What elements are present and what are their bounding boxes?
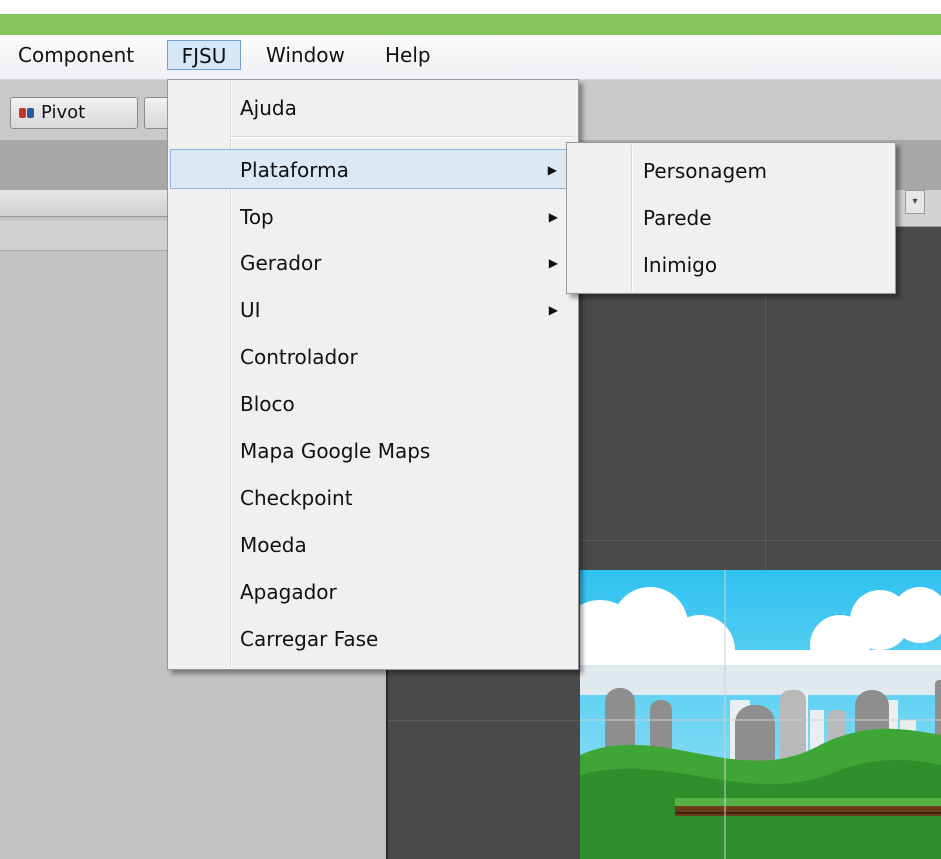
menu-bar: Component FJSU Window Help bbox=[0, 35, 941, 80]
pivot-icon bbox=[19, 106, 35, 120]
menu-item-controlador[interactable]: Controlador bbox=[170, 337, 576, 377]
menu-item-label: Ajuda bbox=[240, 96, 297, 120]
menu-item-label: Inimigo bbox=[643, 253, 718, 277]
scene-dropdown[interactable]: ▾ bbox=[905, 190, 925, 214]
menu-item-label: Mapa Google Maps bbox=[240, 439, 431, 463]
menu-separator bbox=[230, 136, 574, 138]
menu-help[interactable]: Help bbox=[381, 40, 435, 70]
menu-item-label: Plataforma bbox=[240, 158, 349, 182]
menu-item-moeda[interactable]: Moeda bbox=[170, 525, 576, 565]
menu-item-ui[interactable]: UI ▶ bbox=[170, 290, 576, 330]
submenu-item-inimigo[interactable]: Inimigo bbox=[569, 245, 893, 285]
game-preview-image bbox=[580, 570, 941, 859]
menu-item-label: Gerador bbox=[240, 251, 322, 275]
menu-item-label: Moeda bbox=[240, 533, 307, 557]
triangle-right-icon: ▶ bbox=[548, 256, 558, 270]
pivot-button[interactable]: Pivot bbox=[10, 97, 138, 129]
menu-item-bloco[interactable]: Bloco bbox=[170, 384, 576, 424]
menu-item-checkpoint[interactable]: Checkpoint bbox=[170, 478, 576, 518]
menu-item-label: Carregar Fase bbox=[240, 627, 379, 651]
menu-item-label: Apagador bbox=[240, 580, 337, 604]
triangle-right-icon: ▶ bbox=[548, 303, 558, 317]
menu-item-label: Controlador bbox=[240, 345, 358, 369]
menu-item-label: UI bbox=[240, 298, 261, 322]
menu-item-label: Personagem bbox=[643, 159, 767, 183]
window-titlebar bbox=[0, 0, 941, 14]
menu-item-carregar-fase[interactable]: Carregar Fase bbox=[170, 619, 576, 659]
menu-item-label: Top bbox=[240, 205, 274, 229]
submenu-item-parede[interactable]: Parede bbox=[569, 198, 893, 238]
menu-item-label: Bloco bbox=[240, 392, 295, 416]
menu-item-label: Checkpoint bbox=[240, 486, 353, 510]
menu-item-ajuda[interactable]: Ajuda bbox=[170, 88, 576, 128]
menu-item-mapa-google-maps[interactable]: Mapa Google Maps bbox=[170, 431, 576, 471]
triangle-right-icon: ▶ bbox=[548, 210, 558, 224]
menu-item-plataforma[interactable]: Plataforma ▶ bbox=[170, 149, 576, 189]
menu-fjsu[interactable]: FJSU bbox=[167, 40, 241, 70]
menu-component[interactable]: Component bbox=[14, 40, 138, 70]
menu-item-label: Parede bbox=[643, 206, 712, 230]
menu-item-apagador[interactable]: Apagador bbox=[170, 572, 576, 612]
plataforma-submenu: Personagem Parede Inimigo bbox=[566, 142, 896, 294]
triangle-right-icon: ▶ bbox=[547, 163, 557, 177]
menu-item-top[interactable]: Top ▶ bbox=[170, 197, 576, 237]
fjsu-dropdown-menu: Ajuda Plataforma ▶ Top ▶ Gerador ▶ UI ▶ … bbox=[167, 79, 579, 670]
submenu-item-personagem[interactable]: Personagem bbox=[569, 151, 893, 191]
menu-window[interactable]: Window bbox=[262, 40, 349, 70]
accent-bar bbox=[0, 14, 941, 35]
pivot-label: Pivot bbox=[41, 102, 86, 123]
menu-item-gerador[interactable]: Gerador ▶ bbox=[170, 243, 576, 283]
